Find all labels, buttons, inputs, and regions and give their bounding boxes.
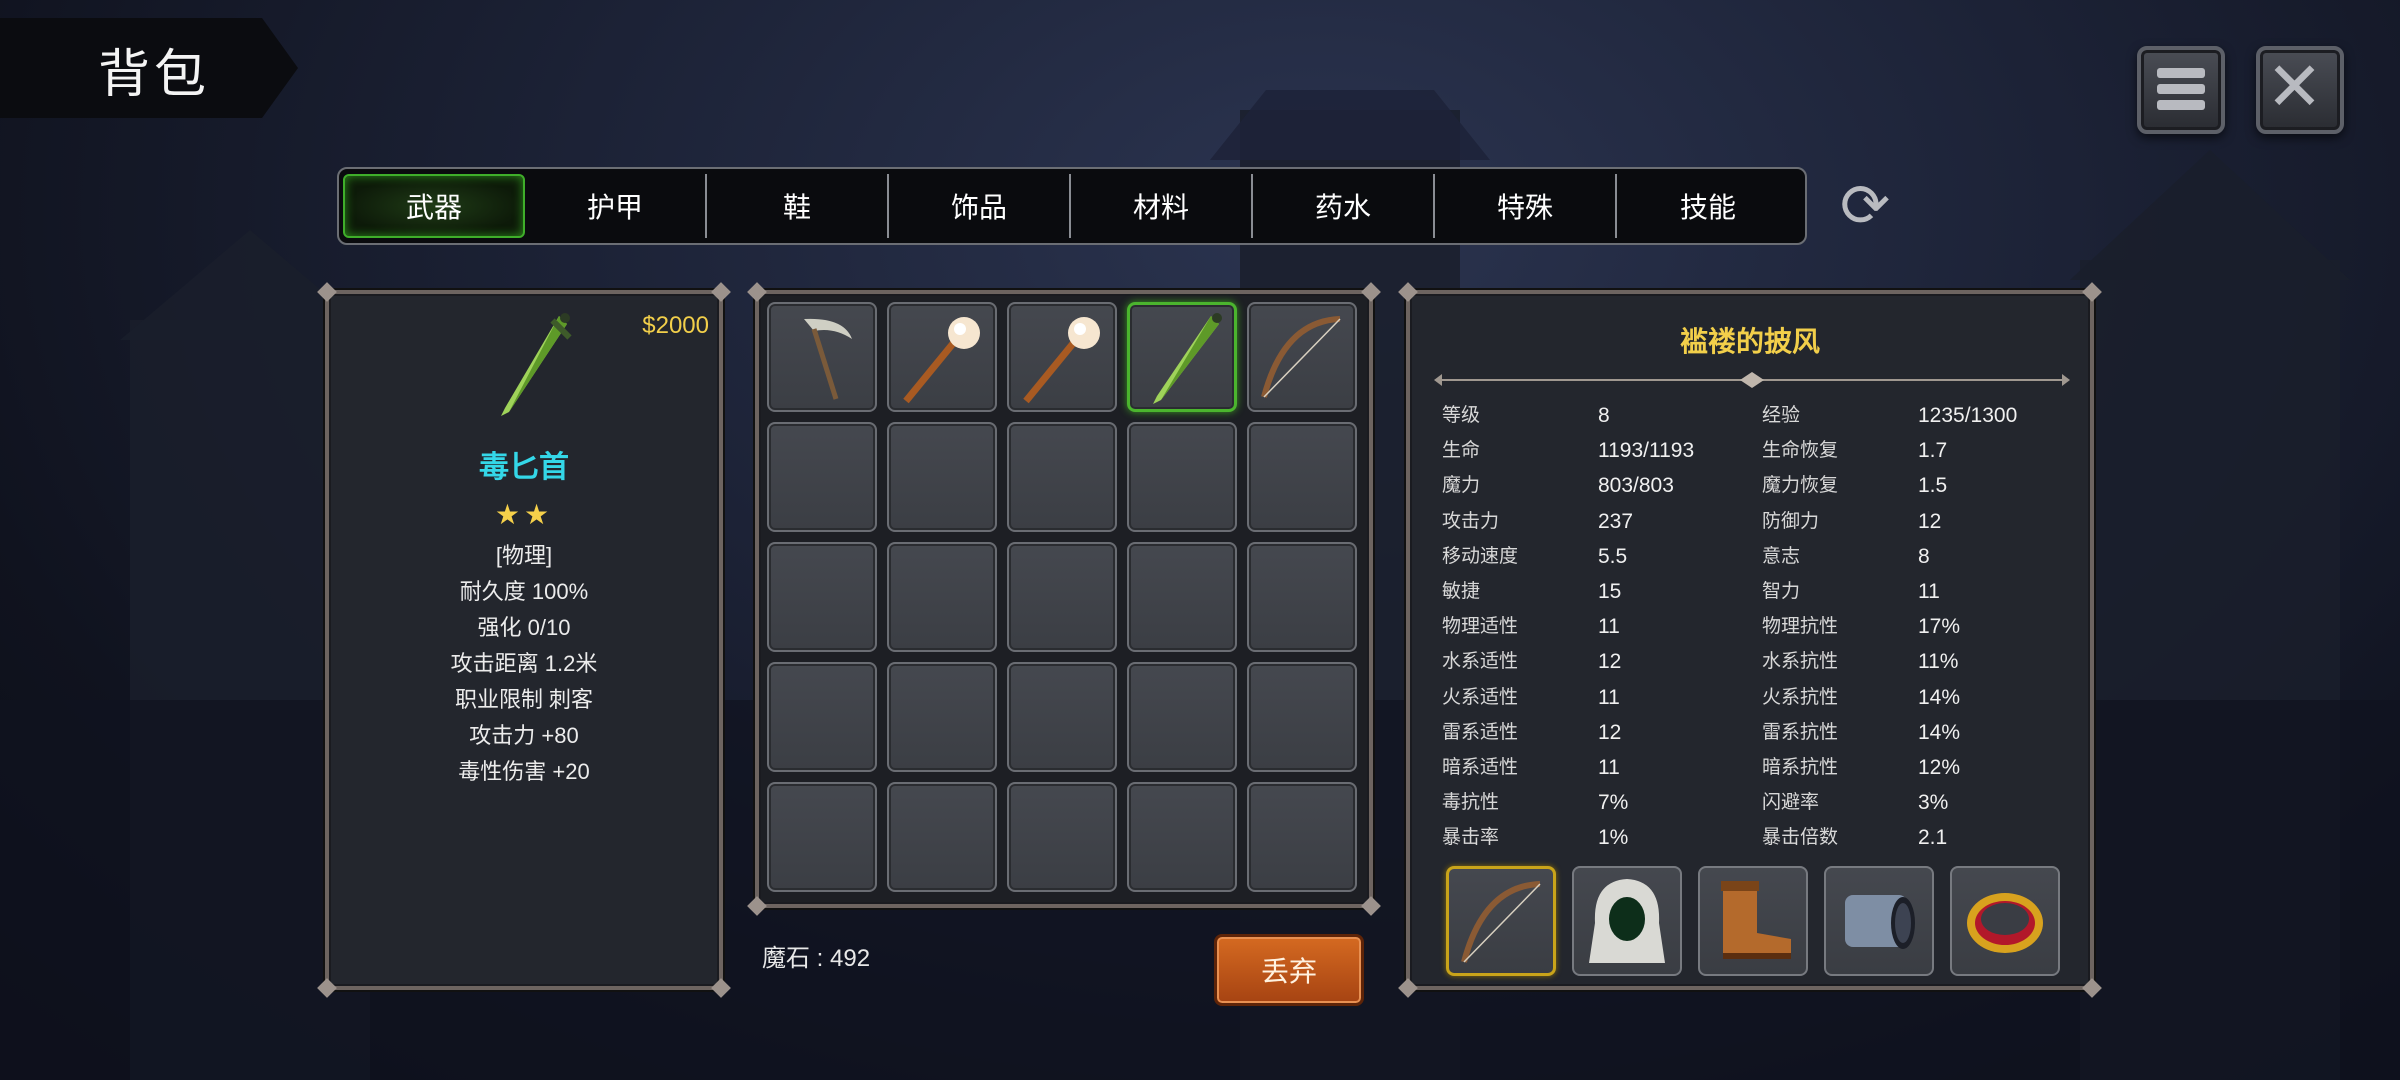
inventory-slot[interactable]: [1247, 662, 1357, 772]
item-name: 毒匕首: [479, 450, 569, 485]
inventory-slot[interactable]: [1007, 782, 1117, 892]
stat-row: 魔力 803/803 魔力恢复 1.5: [1442, 474, 1948, 498]
orb-staff-icon: [1023, 317, 1100, 404]
discard-button[interactable]: 丢弃: [1214, 934, 1364, 1006]
stat-row: 火系适性 11 火系抗性 14%: [1442, 685, 1961, 709]
tab-armor[interactable]: 护甲: [525, 174, 707, 238]
inventory-slot[interactable]: [887, 422, 997, 532]
equip-slot-shoes[interactable]: [1698, 866, 1808, 976]
magic-stone-count: 魔石 : 492: [762, 945, 871, 972]
item-attack: 攻击力 +80: [469, 723, 579, 748]
inventory-slot[interactable]: [767, 662, 877, 772]
inventory-slot[interactable]: [1007, 662, 1117, 772]
stat-row: 移动速度 5.5 意志 8: [1442, 544, 1930, 568]
hood-cloak-icon: [1589, 879, 1665, 963]
item-range: 攻击距离 1.2米: [450, 651, 598, 676]
poison-dagger-icon: [1153, 313, 1222, 404]
poison-dagger-icon: [501, 313, 572, 416]
boots-icon: [1721, 881, 1791, 959]
orb-staff-icon: [903, 317, 980, 404]
ornament-divider: [1434, 372, 2070, 388]
item-type: [物理]: [495, 543, 553, 568]
inventory-slot[interactable]: [767, 422, 877, 532]
refresh-button[interactable]: ⟳: [1833, 171, 1897, 241]
item-detail-panel: $2000 毒匕首 ★★ [物理] 耐久度 100% 强化 0/10 攻击距离 …: [317, 282, 731, 998]
equip-slot-armor[interactable]: [1572, 866, 1682, 976]
tab-shoes[interactable]: 鞋: [707, 174, 889, 238]
bow-icon: [1461, 881, 1541, 963]
character-stats-panel: 褴褛的披风 等级 8 经验 1235/1300 生命 1193/1193 生命恢复 1.7 …: [1398, 282, 2102, 998]
inventory-panel: [747, 282, 1381, 916]
item-durability: 耐久度 100%: [459, 579, 589, 604]
equipped-slots: [1446, 866, 2060, 976]
inventory-slot[interactable]: [1247, 782, 1357, 892]
item-class-limit: 职业限制 刺客: [454, 687, 594, 712]
inventory-slot[interactable]: [887, 302, 997, 412]
item-poison-damage: 毒性伤害 +20: [458, 759, 590, 784]
inventory-slot[interactable]: [767, 782, 877, 892]
tab-special[interactable]: 特殊: [1435, 174, 1617, 238]
inventory-slot[interactable]: [1127, 662, 1237, 772]
tab-accessories[interactable]: 饰品: [889, 174, 1071, 238]
inventory-slot[interactable]: [1247, 422, 1357, 532]
inventory-slot[interactable]: [1247, 302, 1357, 412]
equip-slot-weapon[interactable]: [1446, 866, 1556, 976]
inventory-slot[interactable]: [1247, 542, 1357, 652]
inventory-slot[interactable]: [1127, 542, 1237, 652]
tab-weapons[interactable]: 武器: [343, 174, 525, 238]
stat-row: 等级 8 经验 1235/1300: [1442, 404, 2018, 427]
inventory-slot[interactable]: [887, 662, 997, 772]
item-enhance: 强化 0/10: [477, 615, 571, 640]
close-button[interactable]: ✕: [2256, 46, 2344, 134]
stat-row: 敏捷 15 智力 11: [1442, 579, 1940, 603]
refresh-icon: ⟳: [1839, 171, 1891, 241]
menu-icon: [2157, 68, 2205, 116]
stat-row: 物理适性 11 物理抗性 17%: [1442, 615, 1961, 639]
category-tabs: 武器 护甲 鞋 饰品 材料 药水 特殊 技能: [337, 167, 1807, 245]
inventory-slot[interactable]: [1127, 782, 1237, 892]
close-icon: ✕: [2266, 48, 2323, 127]
inventory-slot[interactable]: [1007, 422, 1117, 532]
stat-row: 水系适性 12 水系抗性 11%: [1442, 650, 1959, 674]
tab-potions[interactable]: 药水: [1253, 174, 1435, 238]
tab-materials[interactable]: 材料: [1071, 174, 1253, 238]
gold-ring-icon: [1967, 893, 2043, 953]
bow-icon: [1261, 316, 1341, 398]
inventory-grid: [767, 302, 1357, 892]
inventory-slot[interactable]: [767, 542, 877, 652]
inventory-slot[interactable]: [887, 782, 997, 892]
inventory-slot[interactable]: [1127, 422, 1237, 532]
item-stars: ★★: [494, 498, 554, 531]
menu-button[interactable]: [2137, 46, 2225, 134]
stat-row: 暴击率 1% 暴击倍数 2.1: [1442, 826, 1948, 850]
stat-row: 攻击力 237 防御力 12: [1442, 509, 1942, 533]
stat-row: 暗系适性 11 暗系抗性 12%: [1442, 755, 1961, 779]
inventory-slot[interactable]: [1007, 302, 1117, 412]
inventory-slot[interactable]: [887, 542, 997, 652]
equip-slot-accessory[interactable]: [1824, 866, 1934, 976]
inventory-slot[interactable]: [767, 302, 877, 412]
tab-skills[interactable]: 技能: [1617, 174, 1799, 238]
stat-row: 毒抗性 7% 闪避率 3%: [1442, 791, 1949, 815]
item-price: $2000: [642, 312, 709, 339]
stat-row: 生命 1193/1193 生命恢复 1.7: [1442, 439, 1948, 463]
item-detail-lines: [物理] 耐久度 100% 强化 0/10 攻击距离 1.2米 职业限制 刺客 …: [329, 538, 719, 790]
equipped-item-title: 褴褛的披风: [1679, 325, 1820, 358]
equip-slot-ring[interactable]: [1950, 866, 2060, 976]
inventory-slot[interactable]: [1127, 302, 1237, 412]
inventory-slot[interactable]: [1007, 542, 1117, 652]
scythe-icon: [804, 318, 852, 400]
page-title: 背包: [98, 45, 211, 105]
stat-row: 雷系适性 12 雷系抗性 14%: [1442, 720, 1961, 744]
bracer-icon: [1845, 895, 1915, 949]
stat-table: 等级 8 经验 1235/1300 生命 1193/1193 生命恢复 1.7 魔力 803/…: [1442, 398, 2062, 855]
